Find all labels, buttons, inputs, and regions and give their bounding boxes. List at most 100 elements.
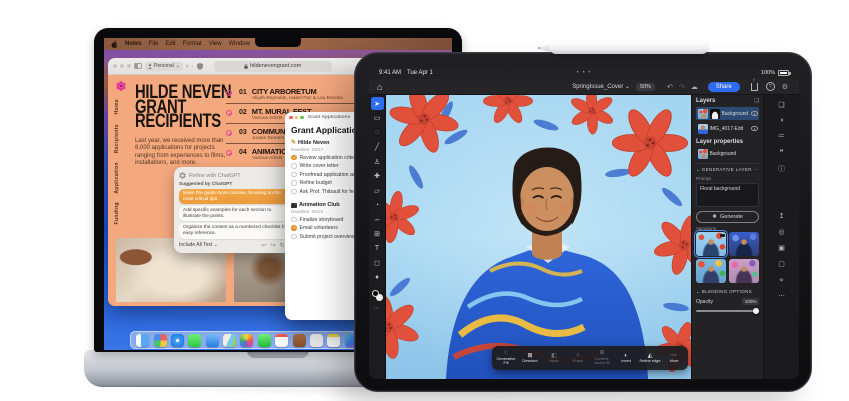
minimize-window-button[interactable] — [120, 64, 124, 68]
properties-rail-icon[interactable]: ≔ — [778, 132, 785, 140]
eraser-tool[interactable]: ▱ — [371, 184, 384, 197]
generate-button[interactable]: ❖ Generate — [696, 211, 759, 223]
mask-button[interactable]: ◧ Mask — [542, 350, 566, 365]
minimize-window-button[interactable] — [295, 116, 299, 120]
nav-item[interactable]: Home — [114, 99, 120, 115]
checkbox[interactable] — [291, 172, 297, 178]
generative-fill-button[interactable]: ◌ Generative Fill — [494, 350, 518, 365]
help-button[interactable]: ? — [766, 82, 775, 91]
site-flower-logo-icon[interactable] — [116, 81, 126, 91]
more-tools-icon[interactable]: ⋯ — [374, 305, 381, 312]
variation-1[interactable] — [696, 232, 726, 256]
erase-button[interactable]: ◊ Erase — [566, 350, 590, 365]
checkbox[interactable] — [291, 180, 297, 186]
variation-2[interactable] — [729, 232, 759, 256]
redo-icon[interactable]: ↷ — [679, 83, 685, 91]
opacity-slider[interactable] — [696, 307, 759, 315]
checkbox[interactable] — [291, 189, 297, 195]
nav-item[interactable]: Recipients — [114, 124, 120, 153]
document-title-dropdown[interactable]: SpringIssue_Cover ⌄ — [572, 83, 630, 90]
address-bar[interactable]: hildenevengrant.com — [214, 61, 332, 72]
export-icon[interactable] — [751, 83, 758, 91]
adjustments-rail-icon[interactable]: ◑ — [779, 117, 783, 124]
share-button[interactable]: Share — [708, 82, 740, 92]
info-rail-icon[interactable]: ⓘ — [778, 164, 785, 174]
back-button[interactable]: ‹ — [186, 63, 188, 70]
type-tool[interactable]: T — [371, 242, 384, 255]
dock-icon-messages[interactable] — [188, 334, 201, 347]
prompt-input[interactable]: Floral background — [696, 183, 759, 207]
checkbox[interactable] — [291, 155, 297, 161]
shortcut-rail-icon[interactable]: ⋄ — [779, 276, 783, 284]
dock-icon-safari[interactable] — [171, 334, 184, 347]
more-rail-icon[interactable]: ⋯ — [778, 292, 785, 300]
dodge-tool[interactable]: ◔ — [371, 199, 384, 212]
variation-3[interactable] — [696, 259, 726, 283]
more-button[interactable]: ⋯ More — [662, 350, 686, 365]
zoom-window-button[interactable] — [300, 116, 304, 120]
menubar-item[interactable]: Format — [183, 41, 202, 47]
dock-icon-calendar[interactable] — [275, 334, 288, 347]
section-more-icon[interactable]: ⋯ — [754, 167, 759, 173]
dock-icon-maps[interactable] — [223, 334, 236, 347]
color-swatch[interactable] — [371, 289, 384, 302]
dock-icon-books[interactable] — [293, 334, 306, 347]
dock-icon-photos[interactable] — [240, 334, 253, 347]
dock-icon-finder[interactable] — [136, 334, 149, 347]
layer-row-background[interactable]: Background — [696, 107, 759, 120]
forward-button[interactable]: › — [191, 63, 193, 70]
blending-options-section[interactable]: ⌄ BLENDING OPTIONS — [696, 289, 752, 295]
lasso-tool[interactable]: ◌ — [371, 126, 384, 139]
dock-icon-mail[interactable] — [206, 334, 219, 347]
menubar-item[interactable]: Notes — [125, 41, 142, 47]
layer-row-img[interactable]: IMG_4017-Edit — [696, 122, 759, 135]
cloud-sync-icon[interactable]: ☁ — [691, 83, 698, 91]
eyedropper-tool[interactable]: ♦ — [371, 271, 384, 284]
visibility-eye-icon[interactable] — [751, 111, 758, 116]
checkbox[interactable] — [291, 163, 297, 169]
suggestion-pill[interactable]: Make the guide more concise, focusing on… — [179, 189, 294, 204]
regenerate-icon[interactable]: ↻ — [280, 242, 285, 249]
home-button[interactable]: ⌂ — [377, 82, 382, 92]
close-window-button[interactable] — [289, 116, 293, 120]
zoom-window-button[interactable] — [127, 64, 131, 68]
shape-tool[interactable]: ◻ — [371, 257, 384, 270]
visibility-eye-icon[interactable] — [751, 126, 758, 131]
menubar-item[interactable]: Window — [229, 41, 250, 47]
transform-tool[interactable]: ▭ — [371, 112, 384, 125]
profile-chip[interactable]: Personal ⌄ — [145, 62, 183, 71]
deselect-button[interactable]: ⊠ Deselect — [518, 350, 542, 365]
invert-button[interactable]: ◐ Invert — [614, 350, 638, 365]
zoom-level-chip[interactable]: 50% — [636, 83, 655, 91]
healing-brush-tool[interactable]: ✚ — [371, 170, 384, 183]
export-rail-icon[interactable]: ↥ — [779, 212, 785, 220]
preview-rail-icon[interactable]: ◎ — [778, 228, 784, 236]
transform-rail-icon[interactable]: ▢ — [778, 260, 785, 268]
crop-tool[interactable]: ⊞ — [371, 228, 384, 241]
canvas[interactable]: ◌ Generative Fill ⊠ Deselect ◧ Mas — [386, 95, 691, 379]
checkbox[interactable] — [291, 217, 297, 223]
nav-item[interactable]: Application — [114, 162, 120, 194]
suggestion-pill[interactable]: Organize the content as a numbered check… — [179, 223, 294, 238]
clone-stamp-tool[interactable]: ♙ — [371, 155, 384, 168]
checkbox[interactable] — [291, 225, 297, 231]
include-all-text-dropdown[interactable]: Include All Text ⌄ — [179, 242, 218, 248]
sidebar-toggle-icon[interactable] — [134, 63, 142, 69]
refine-edge-button[interactable]: ◭ Refine edge — [638, 350, 662, 365]
suggestion-pill[interactable]: Add specific examples for each section t… — [179, 206, 294, 221]
menubar-item[interactable]: View — [209, 41, 222, 47]
recipient-row[interactable]: 01 CITY ARBORETUM Aliyah Reynolds, Isabe… — [226, 84, 374, 103]
variation-4[interactable] — [729, 259, 759, 283]
brush-tool[interactable]: ╱ — [371, 141, 384, 154]
privacy-shield-icon[interactable] — [197, 63, 203, 70]
settings-gear-icon[interactable]: ⚙ — [782, 83, 788, 91]
dock-icon-reminders[interactable] — [310, 334, 323, 347]
comments-rail-icon[interactable]: ❝ — [780, 148, 784, 156]
close-window-button[interactable] — [113, 64, 117, 68]
redo-icon[interactable]: ↪ — [271, 242, 276, 249]
panel-options-icon[interactable]: ❏ — [754, 98, 759, 104]
menubar-item[interactable]: Edit — [165, 41, 175, 47]
move-tool[interactable]: ➤ — [371, 97, 384, 110]
dock-icon-launchpad[interactable] — [154, 334, 167, 347]
menubar-item[interactable]: File — [149, 41, 159, 47]
